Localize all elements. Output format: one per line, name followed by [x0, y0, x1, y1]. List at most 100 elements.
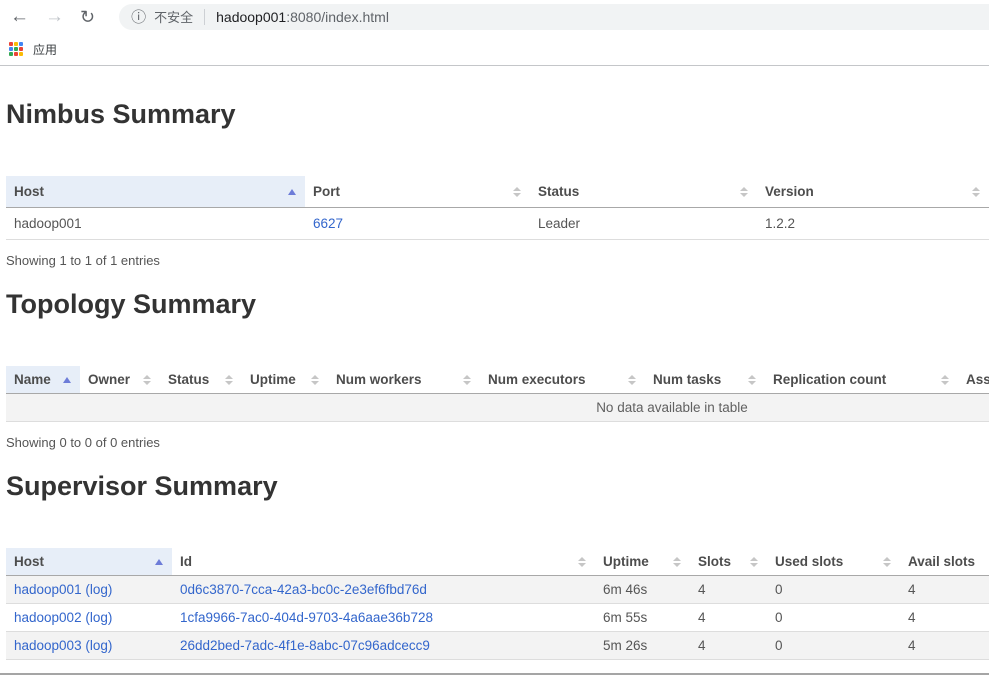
column-header-uptime[interactable]: Uptime	[595, 548, 690, 576]
column-label: Num tasks	[653, 372, 721, 387]
column-header-host[interactable]: Host	[6, 548, 172, 576]
cell-link[interactable]: 0d6c3870-7cca-42a3-bc0c-2e3ef6fbd76d	[180, 582, 427, 597]
sort-ascending-icon	[288, 189, 296, 195]
column-label: Id	[180, 554, 192, 569]
apps-grid-icon[interactable]	[9, 42, 23, 56]
topology-table-wrap: Name Owner StatusUptime Num workers Num exec…	[6, 366, 989, 422]
topology-header-row: Name Owner StatusUptime Num workers Num exec…	[6, 366, 989, 394]
column-header-used-slots[interactable]: Used slots	[767, 548, 900, 576]
column-header-replication-count[interactable]: Replication count	[765, 366, 958, 394]
column-header-status[interactable]: Status	[530, 176, 757, 208]
column-header-status[interactable]: Status	[160, 366, 242, 394]
security-label[interactable]: 不安全	[154, 7, 193, 26]
supervisor-summary-section: Supervisor Summary Host Id Uptime Slots Used…	[6, 471, 989, 660]
cell-link[interactable]: 6627	[313, 216, 343, 231]
cell-link[interactable]: 1cfa9966-7ac0-404d-9703-4a6aae36b728	[180, 610, 433, 625]
browser-toolbar: ← → ↻ ⓘ 不安全 hadoop001:8080/index.html	[0, 0, 989, 33]
address-bar[interactable]: ⓘ 不安全 hadoop001:8080/index.html	[119, 4, 989, 30]
apps-shortcut-label[interactable]: 应用	[33, 41, 57, 58]
table-cell: 4	[690, 576, 767, 604]
cell-link[interactable]: hadoop002 (log)	[14, 610, 112, 625]
cell-link[interactable]: hadoop003 (log)	[14, 638, 112, 653]
column-header-avail-slots[interactable]: Avail slots	[900, 548, 989, 576]
sort-icon	[740, 186, 748, 198]
column-header-version[interactable]: Version	[757, 176, 989, 208]
nimbus-summary-section: Nimbus Summary HostPortStatusVersion had…	[6, 99, 989, 268]
sort-icon	[883, 556, 891, 568]
table-row: hadoop002 (log) 1cfa9966-7ac0-404d-9703-4…	[6, 604, 989, 632]
column-header-host[interactable]: Host	[6, 176, 305, 208]
supervisor-header-row: Host Id Uptime Slots Used slots Avail slots	[6, 548, 989, 576]
column-label: Avail slots	[908, 554, 975, 569]
column-label: Port	[313, 184, 340, 199]
table-cell: 4	[900, 604, 989, 632]
sort-icon	[628, 374, 636, 386]
supervisor-summary-title: Supervisor Summary	[6, 471, 989, 502]
column-label: Host	[14, 184, 44, 199]
sort-icon	[750, 556, 758, 568]
column-header-slots[interactable]: Slots	[690, 548, 767, 576]
table-row: hadoop003 (log) 26dd2bed-7adc-4f1e-8abc-0…	[6, 632, 989, 660]
address-separator	[204, 9, 205, 25]
column-header-assigned-mem-mb-[interactable]: Assigned Mem (MB)	[958, 366, 989, 394]
column-label: Host	[14, 554, 44, 569]
column-label: Owner	[88, 372, 130, 387]
sort-ascending-icon	[63, 377, 71, 383]
table-cell: Leader	[530, 208, 757, 240]
column-header-name[interactable]: Name	[6, 366, 80, 394]
table-cell: 0	[767, 604, 900, 632]
table-cell: 1cfa9966-7ac0-404d-9703-4a6aae36b728	[172, 604, 595, 632]
column-label: Uptime	[603, 554, 649, 569]
column-header-owner[interactable]: Owner	[80, 366, 160, 394]
sort-icon	[673, 556, 681, 568]
no-data-message: No data available in table	[6, 394, 989, 422]
table-cell: 5m 26s	[595, 632, 690, 660]
column-header-uptime[interactable]: Uptime	[242, 366, 328, 394]
topology-summary-table: Name Owner StatusUptime Num workers Num exec…	[6, 366, 989, 422]
column-label: Used slots	[775, 554, 843, 569]
topology-summary-title: Topology Summary	[6, 289, 989, 320]
sort-icon	[311, 374, 319, 386]
table-cell: 4	[690, 604, 767, 632]
nimbus-entries-info: Showing 1 to 1 of 1 entries	[6, 253, 989, 268]
sort-icon	[143, 374, 151, 386]
table-cell: 0d6c3870-7cca-42a3-bc0c-2e3ef6fbd76d	[172, 576, 595, 604]
info-icon[interactable]: ⓘ	[131, 6, 146, 27]
sort-icon	[972, 186, 980, 198]
table-cell: 4	[690, 632, 767, 660]
cell-link[interactable]: hadoop001 (log)	[14, 582, 112, 597]
back-icon[interactable]: ←	[10, 7, 29, 26]
sort-icon	[578, 556, 586, 568]
topology-summary-section: Topology Summary Name Owner StatusUptime Nu…	[6, 289, 989, 450]
sort-icon	[513, 186, 521, 198]
column-label: Replication count	[773, 372, 886, 387]
table-cell: 6m 55s	[595, 604, 690, 632]
table-cell: 4	[900, 632, 989, 660]
table-cell: 0	[767, 632, 900, 660]
url-host: hadoop001	[216, 9, 286, 25]
column-header-num-workers[interactable]: Num workers	[328, 366, 480, 394]
topology-entries-info: Showing 0 to 0 of 0 entries	[6, 435, 989, 450]
column-header-id[interactable]: Id	[172, 548, 595, 576]
storm-ui-page: Nimbus Summary HostPortStatusVersion had…	[0, 99, 989, 660]
sort-icon	[463, 374, 471, 386]
table-cell: 6627	[305, 208, 530, 240]
forward-icon: →	[45, 7, 64, 26]
bookmarks-bar: 应用	[0, 33, 989, 66]
column-label: Num workers	[336, 372, 422, 387]
column-label: Version	[765, 184, 814, 199]
nimbus-summary-table: HostPortStatusVersion hadoop0016627Leade…	[6, 176, 989, 240]
cell-link[interactable]: 26dd2bed-7adc-4f1e-8abc-07c96adcecc9	[180, 638, 430, 653]
column-header-num-executors[interactable]: Num executors	[480, 366, 645, 394]
table-cell: hadoop003 (log)	[6, 632, 172, 660]
url-path: :8080/index.html	[286, 9, 389, 25]
column-header-port[interactable]: Port	[305, 176, 530, 208]
supervisor-summary-table: Host Id Uptime Slots Used slots Avail slots h…	[6, 548, 989, 660]
table-cell: hadoop002 (log)	[6, 604, 172, 632]
column-label: Slots	[698, 554, 731, 569]
sort-ascending-icon	[155, 559, 163, 565]
nimbus-header-row: Host Port Status Version	[6, 176, 989, 208]
reload-icon[interactable]: ↻	[80, 8, 95, 26]
table-row: hadoop001 (log) 0d6c3870-7cca-42a3-bc0c-2…	[6, 576, 989, 604]
column-header-num-tasks[interactable]: Num tasks	[645, 366, 765, 394]
